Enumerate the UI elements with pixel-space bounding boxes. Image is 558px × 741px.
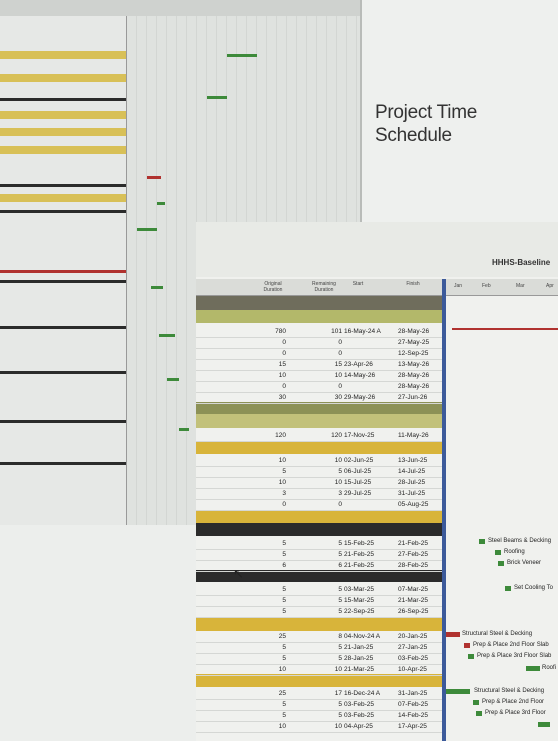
gantt-label: Structural Steel & Decking [474,688,545,694]
bar-marker [464,643,470,648]
gantt-label: Set Cooling To [514,585,553,591]
finish-header: Finish [406,281,420,287]
bar-marker [476,711,482,716]
original-duration-header: Original Duration [263,281,283,293]
month-feb: Feb [482,283,491,289]
gantt-bar [446,689,470,694]
bar-marker [468,654,474,659]
band-dark [196,523,442,536]
month-jan: Jan [454,283,463,289]
bar-marker [473,700,479,705]
baseline-schedule-sheet: HHHS-Baseline Original Duration Remainin… [196,222,558,741]
month-mar: Mar [516,283,525,289]
bar-marker [495,550,501,555]
gantt-label: Prep & Place 2nd Floor [482,699,545,705]
bar-marker [479,539,485,544]
band-yellow [196,510,442,523]
gantt-label: Prep & Place 3rd Floor [485,710,546,716]
sheet-top [196,222,558,277]
gantt-label: Roofi [542,665,557,671]
band-yellow [196,441,442,454]
table-row: 30 30 29-May-26 27-Jun-26 [196,392,442,404]
gantt-bar [538,722,550,727]
band-yellow [196,618,442,631]
left-activity-table [0,16,127,525]
remaining-duration-header: Remaining Duration [312,281,336,293]
band-olive [196,310,442,323]
band-dark [196,296,442,310]
gantt-bar [526,666,540,671]
page-title: Project Time Schedule [375,102,477,146]
mouse-cursor-icon: ↖ [233,566,244,581]
gantt-label: Roofing [504,549,525,555]
baseline-title: HHHS-Baseline [492,258,551,267]
bar-marker [498,561,504,566]
band-olive [196,414,442,428]
column-header: Original Duration Remaining Duration Sta… [196,279,442,296]
left-sheet-header [0,0,360,17]
table-row: 10 10 21-Mar-25 10-Apr-25 [196,664,442,676]
table-row: 120 120 17-Nov-25 11-May-26 [196,430,442,442]
gantt-label: Structural Steel & Decking [462,631,533,637]
table-row: 10 10 04-Apr-25 17-Apr-25 [196,721,442,733]
gantt-label: Prep & Place 2nd Floor Slab [473,642,549,648]
month-apr: Apr [546,283,554,289]
blank-area [0,525,196,741]
table-row: 5 5 22-Sep-25 26-Sep-25 [196,606,442,618]
gantt-label: Brick Veneer [507,560,542,566]
gantt-bar [446,632,460,637]
gantt-label: Steel Beams & Decking [488,538,552,544]
start-header: Start [352,281,364,287]
gantt-label: Prep & Place 3rd Floor Slab [477,653,552,659]
table-row: 0 0 05-Aug-25 [196,499,442,511]
bar-marker [505,586,511,591]
gantt-separator [442,279,446,741]
timeline-header: Jan Feb Mar Apr [446,279,558,296]
critical-bar [452,328,558,330]
